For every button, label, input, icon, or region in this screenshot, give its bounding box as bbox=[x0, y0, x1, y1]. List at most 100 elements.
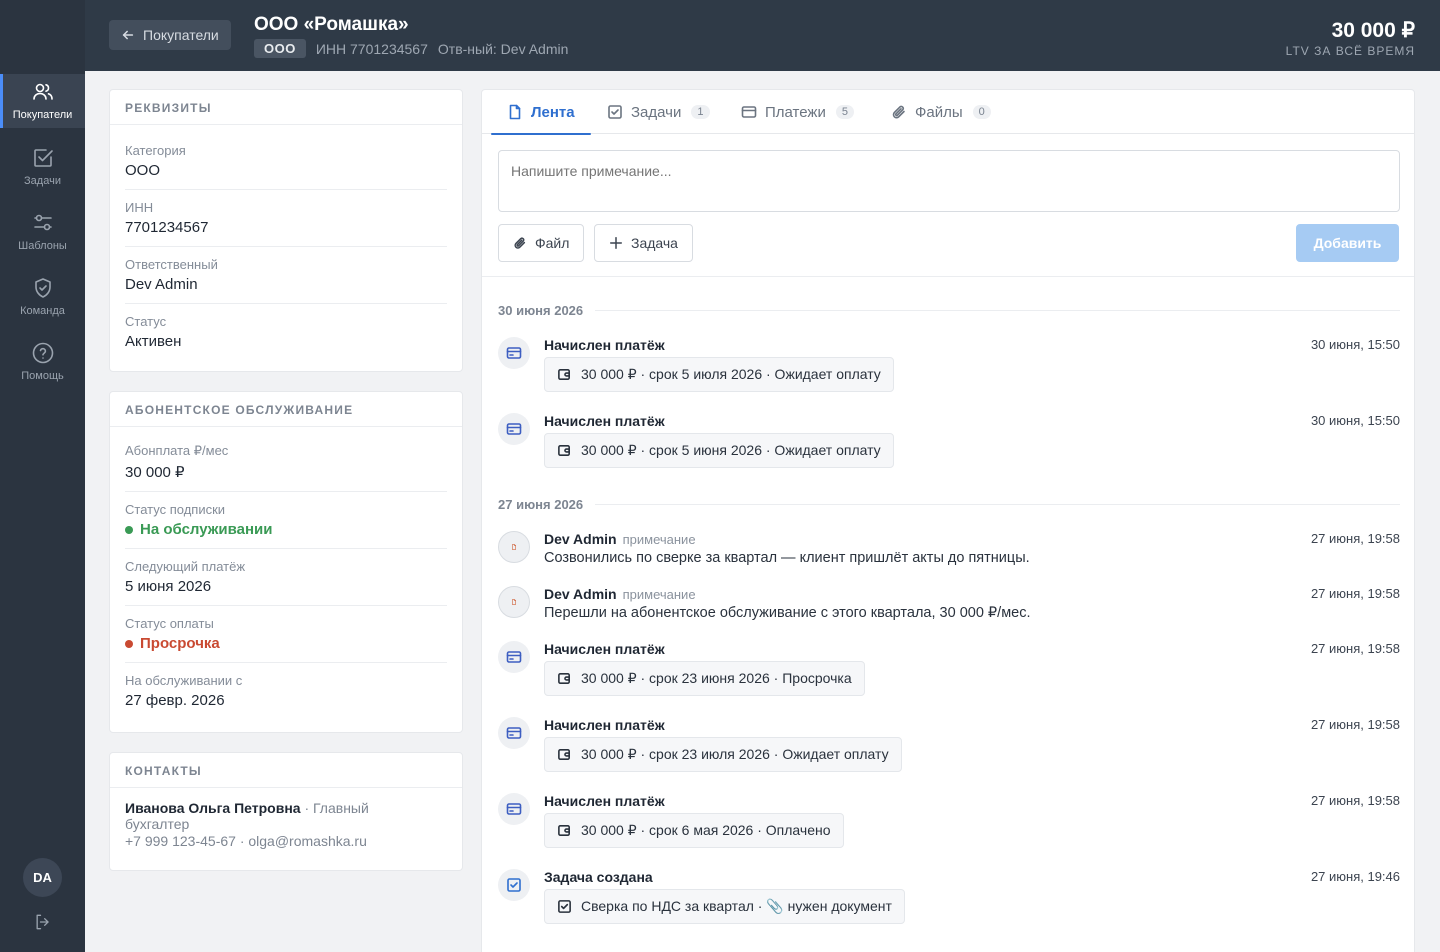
wallet-icon bbox=[558, 369, 570, 380]
status-dot bbox=[125, 639, 133, 648]
ltv-value: 30 000 ₽ bbox=[1331, 19, 1415, 42]
sidebar-item-label: Задачи bbox=[24, 175, 61, 187]
tab-feed[interactable]: Лента bbox=[491, 90, 591, 135]
feed-event-task: Задача создана 27 июня, 19:46 Сверка по … bbox=[498, 869, 1400, 929]
field-since: На обслуживании с 27 февр. 2026 bbox=[125, 663, 447, 719]
event-time: 27 июня, 19:46 bbox=[1310, 869, 1400, 884]
logout-button[interactable] bbox=[33, 912, 53, 932]
event-title: Dev Admin примечание bbox=[544, 586, 696, 602]
field-label: Статус оплаты bbox=[125, 616, 214, 631]
date-label: 30 июня 2026 bbox=[498, 303, 584, 318]
sidebar-item-label: Покупатели bbox=[12, 109, 73, 121]
main-panel: Лента Задачи 1 Платежи 5 Файлы 0 Файл За… bbox=[481, 89, 1415, 952]
tab-files[interactable]: Файлы 0 bbox=[891, 90, 991, 134]
checkbox-icon bbox=[33, 149, 53, 167]
sidebar-item-help[interactable]: Помощь bbox=[0, 335, 85, 389]
field-responsible: Ответственный Dev Admin bbox=[125, 247, 447, 304]
sidebar-item-customers[interactable]: Покупатели bbox=[0, 74, 85, 128]
tab-count: 0 bbox=[972, 105, 991, 119]
event-text: Перешли на абонентское обслуживание с эт… bbox=[544, 605, 1031, 621]
event-title: Начислен платёж bbox=[544, 793, 665, 809]
shield-icon bbox=[34, 278, 51, 298]
plus-icon bbox=[610, 237, 622, 249]
payment-chip[interactable]: 30 000 ₽ · срок 5 июля 2026 · Ожидает оп… bbox=[544, 357, 894, 392]
add-task-button[interactable]: Задача bbox=[594, 224, 693, 262]
tab-label: Лента bbox=[531, 103, 575, 121]
contact-item: Иванова Ольга Петровна · Главный бухгалт… bbox=[110, 788, 462, 849]
sidebar-item-team[interactable]: Команда bbox=[0, 270, 85, 324]
field-label: На обслуживании с bbox=[125, 673, 243, 688]
field-label: Следующий платёж bbox=[125, 559, 246, 574]
responsible-text: Отв-ный: Dev Admin bbox=[437, 40, 569, 57]
back-button[interactable]: Покупатели bbox=[109, 20, 231, 50]
tab-payments[interactable]: Платежи 5 bbox=[741, 90, 854, 134]
subscription-card: АБОНЕНТСКОЕ ОБСЛУЖИВАНИЕ Абонплата ₽/мес… bbox=[109, 391, 463, 733]
wallet-icon bbox=[558, 673, 570, 684]
payment-chip[interactable]: 30 000 ₽ · срок 5 июня 2026 · Ожидает оп… bbox=[544, 433, 894, 468]
card-heading: АБОНЕНТСКОЕ ОБСЛУЖИВАНИЕ bbox=[110, 392, 462, 427]
event-title: Начислен платёж bbox=[544, 337, 665, 353]
feed-event-payment: Начислен платёж 27 июня, 19:58 30 000 ₽ … bbox=[498, 717, 1400, 777]
users-icon bbox=[32, 83, 53, 100]
field-label: Абонплата ₽/мес bbox=[125, 443, 229, 458]
arrow-left-icon bbox=[122, 30, 134, 40]
status-badge: На обслуживании bbox=[125, 521, 447, 538]
field-value: Dev Admin bbox=[125, 276, 198, 293]
payment-chip[interactable]: 30 000 ₽ · срок 23 июня 2026 · Просрочка bbox=[544, 661, 865, 696]
event-author: Dev Admin bbox=[544, 531, 617, 547]
field-sub-status: Статус подписки На обслуживании bbox=[125, 492, 447, 549]
sidebar-item-label: Шаблоны bbox=[18, 240, 67, 252]
field-value: 5 июня 2026 bbox=[125, 578, 212, 595]
submit-note-button[interactable]: Добавить bbox=[1296, 224, 1399, 262]
avatar[interactable]: DA bbox=[23, 858, 62, 897]
document-icon bbox=[512, 544, 516, 550]
attach-file-button[interactable]: Файл bbox=[498, 224, 585, 262]
wallet-icon bbox=[558, 825, 570, 836]
event-icon bbox=[498, 717, 530, 749]
sidebar-item-templates[interactable]: Шаблоны bbox=[0, 205, 85, 259]
inn-text: ИНН 7701234567 bbox=[315, 40, 428, 57]
ltv-label: LTV ЗА ВСЁ ВРЕМЯ bbox=[1285, 44, 1415, 58]
document-icon bbox=[509, 104, 521, 120]
event-icon bbox=[498, 869, 530, 901]
event-time: 27 июня, 19:58 bbox=[1310, 793, 1400, 808]
feed-event-payment: Начислен платёж 27 июня, 19:58 30 000 ₽ … bbox=[498, 793, 1400, 853]
card-icon bbox=[506, 651, 522, 663]
chip-text: 30 000 ₽ · срок 5 июня 2026 · Ожидает оп… bbox=[581, 442, 881, 458]
button-label: Файл bbox=[535, 235, 570, 251]
task-chip[interactable]: Сверка по НДС за квартал · 📎 нужен докум… bbox=[544, 889, 905, 924]
chip-text: 30 000 ₽ · срок 23 июня 2026 · Просрочка bbox=[581, 670, 852, 686]
sidebar-item-tasks[interactable]: Задачи bbox=[0, 140, 85, 194]
payment-chip[interactable]: 30 000 ₽ · срок 23 июля 2026 · Ожидает о… bbox=[544, 737, 902, 772]
feed-event-note: Dev Admin примечание 27 июня, 19:58 Созво… bbox=[498, 531, 1400, 571]
date-separator: 30 июня 2026 bbox=[498, 303, 1400, 318]
contact-info[interactable]: +7 999 123-45-67 · olga@romashka.ru bbox=[125, 833, 447, 849]
paperclip-icon bbox=[892, 105, 905, 119]
event-title: Задача создана bbox=[544, 869, 653, 885]
contacts-card: КОНТАКТЫ Иванова Ольга Петровна · Главны… bbox=[109, 752, 463, 871]
field-value: ООО bbox=[125, 162, 161, 179]
tab-tasks[interactable]: Задачи 1 bbox=[607, 90, 710, 134]
field-next-payment: Следующий платёж 5 июня 2026 bbox=[125, 549, 447, 606]
divider bbox=[482, 276, 1414, 277]
card-icon bbox=[741, 106, 757, 118]
field-value: 7701234567 bbox=[125, 219, 209, 236]
field-label: Статус bbox=[125, 314, 167, 329]
sidebar-item-label: Команда bbox=[20, 305, 65, 317]
field-inn: ИНН 7701234567 bbox=[125, 190, 447, 247]
sidebar-item-label: Помощь bbox=[21, 370, 64, 382]
contact-role-cont: бухгалтер bbox=[125, 816, 190, 832]
button-label: Задача bbox=[631, 235, 678, 251]
paperclip-icon bbox=[514, 237, 526, 249]
event-icon bbox=[498, 531, 530, 563]
field-value: 30 000 ₽ bbox=[125, 464, 185, 481]
card-icon bbox=[506, 803, 522, 815]
event-icon bbox=[498, 793, 530, 825]
date-label: 27 июня 2026 bbox=[498, 497, 584, 512]
tab-count: 1 bbox=[691, 105, 710, 119]
tab-label: Задачи bbox=[631, 103, 682, 121]
card-icon bbox=[506, 347, 522, 359]
card-icon bbox=[506, 727, 522, 739]
note-input[interactable] bbox=[498, 150, 1400, 212]
payment-chip[interactable]: 30 000 ₽ · срок 6 мая 2026 · Оплачено bbox=[544, 813, 844, 848]
